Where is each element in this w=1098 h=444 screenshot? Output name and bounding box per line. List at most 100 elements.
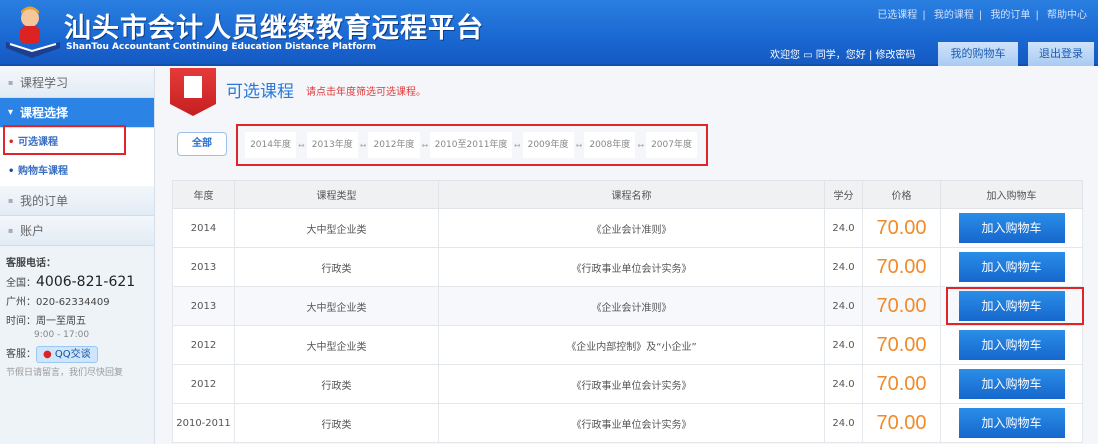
cell-year-text: 2014 — [190, 222, 217, 234]
table-row: 2012 行政类 《行政事业单位会计实务》 24.0 70.00 加入购物车 — [172, 364, 1083, 404]
cell-type: 行政类 — [234, 364, 439, 404]
qq-chat-button[interactable]: ● QQ交谈 — [36, 346, 98, 363]
add-to-cart-button[interactable]: 加入购物车 — [958, 408, 1065, 438]
top-links: 已选课程 | 我的课程 | 我的订单 | 帮助中心 — [877, 10, 1087, 21]
cell-price: 70.00 — [862, 364, 941, 404]
label: 客服： — [6, 349, 36, 360]
cell-name-text: 《企业内部控制》及“小企业” — [566, 341, 697, 353]
highlight-box — [946, 287, 1084, 325]
cell-credit: 24.0 — [824, 247, 863, 287]
cell-action: 加入购物车 — [940, 325, 1083, 365]
add-to-cart-button[interactable]: 加入购物车 — [958, 252, 1065, 282]
cell-credit-text: 24.0 — [832, 222, 855, 234]
cell-action: 加入购物车 — [940, 403, 1083, 443]
qq-label: QQ交谈 — [54, 349, 91, 360]
link-selected-courses[interactable]: 已选课程 — [877, 10, 917, 21]
cell-credit: 24.0 — [824, 364, 863, 404]
header: 汕头市会计人员继续教育远程平台 ShanTou Accountant Conti… — [0, 0, 1098, 66]
page-note: 请点击年度筛选可选课程。 — [306, 87, 426, 98]
contact-info: 客服电话： 全国：4006-821-621 广州：020-62334409 时间… — [0, 246, 154, 391]
cell-type: 大中型企业类 — [234, 208, 439, 248]
add-to-cart-button[interactable]: 加入购物车 — [958, 369, 1065, 399]
add-to-cart-button[interactable]: 加入购物车 — [958, 213, 1065, 243]
price-value: 70.00 — [876, 255, 927, 278]
cell-type-text: 大中型企业类 — [306, 341, 367, 353]
main-content: 可选课程 请点击年度筛选可选课程。 全部 2014年度 ↔ 2013年度 ↔ 201… — [160, 68, 1098, 444]
cell-type-text: 行政类 — [321, 419, 352, 431]
cell-type-text: 行政类 — [321, 380, 352, 392]
cell-type: 大中型企业类 — [234, 325, 439, 365]
cell-type: 行政类 — [234, 247, 439, 287]
logout-button[interactable]: 退出登录 — [1028, 42, 1094, 66]
cell-name-text: 《企业会计准则》 — [591, 224, 672, 236]
cell-type-text: 大中型企业类 — [306, 224, 367, 236]
cell-action: 加入购物车 — [940, 247, 1083, 287]
col-action: 加入购物车 — [940, 180, 1083, 209]
cell-credit-text: 24.0 — [832, 378, 855, 390]
cell-year-text: 2013 — [190, 261, 217, 273]
link-my-courses[interactable]: 我的课程 — [934, 10, 974, 21]
cell-name-text: 《行政事业单位会计实务》 — [571, 263, 692, 275]
cell-name: 《企业会计准则》 — [438, 286, 825, 326]
cell-name: 《企业会计准则》 — [438, 208, 825, 248]
label: 全国： — [6, 278, 36, 289]
cell-year-text: 2010-2011 — [176, 417, 231, 429]
cell-price: 70.00 — [862, 325, 941, 365]
cell-name: 《行政事业单位会计实务》 — [438, 364, 825, 404]
cell-action: 加入购物车 — [940, 208, 1083, 248]
col-credit: 学分 — [824, 180, 863, 209]
cell-credit-text: 24.0 — [832, 339, 855, 351]
cell-price: 70.00 — [862, 286, 941, 326]
filter-all-button[interactable]: 全部 — [177, 132, 227, 156]
cell-year: 2013 — [172, 286, 235, 326]
price-value: 70.00 — [876, 333, 927, 356]
cell-credit: 24.0 — [824, 325, 863, 365]
link-help[interactable]: 帮助中心 — [1047, 10, 1087, 21]
cell-credit-text: 24.0 — [832, 417, 855, 429]
sidebar-item-course-selection[interactable]: 课程选择 — [0, 98, 154, 128]
price-value: 70.00 — [876, 294, 927, 317]
sidebar-item-my-orders[interactable]: 我的订单 — [0, 186, 154, 216]
label: 时间： — [6, 316, 36, 327]
cell-type: 大中型企业类 — [234, 286, 439, 326]
cell-credit: 24.0 — [824, 403, 863, 443]
welcome-text: 欢迎您 ▭ 同学，您好 | 修改密码 — [770, 50, 916, 61]
national-phone: 4006-821-621 — [36, 274, 136, 290]
site-title: 汕头市会计人员继续教育远程平台 — [64, 13, 484, 44]
book-icon — [170, 68, 216, 116]
sidebar-item-account[interactable]: 账户 — [0, 216, 154, 246]
contact-note: 节假日请留言，我们尽快回复 — [6, 368, 124, 378]
add-to-cart-button[interactable]: 加入购物车 — [958, 330, 1065, 360]
link-my-orders[interactable]: 我的订单 — [990, 10, 1030, 21]
cell-credit-text: 24.0 — [832, 300, 855, 312]
sidebar-item-course-study[interactable]: 课程学习 — [0, 68, 154, 98]
label: 广州： — [6, 297, 36, 308]
service-days: 周一至周五 — [36, 316, 86, 327]
cell-year: 2010-2011 — [172, 403, 235, 443]
logo-icon — [6, 6, 60, 58]
col-price: 价格 — [862, 180, 941, 209]
cell-name-text: 《行政事业单位会计实务》 — [571, 419, 692, 431]
cell-name: 《企业内部控制》及“小企业” — [438, 325, 825, 365]
cell-name-text: 《行政事业单位会计实务》 — [571, 380, 692, 392]
cell-name: 《行政事业单位会计实务》 — [438, 403, 825, 443]
price-value: 70.00 — [876, 411, 927, 434]
table-row: 2012 大中型企业类 《企业内部控制》及“小企业” 24.0 70.00 加入购物车 — [172, 325, 1083, 365]
cell-year-text: 2012 — [190, 378, 217, 390]
cell-type-text: 行政类 — [321, 263, 352, 275]
cart-button[interactable]: 我的购物车 — [938, 42, 1018, 66]
cell-year-text: 2013 — [190, 300, 217, 312]
price-value: 70.00 — [876, 372, 927, 395]
cell-credit-text: 24.0 — [832, 261, 855, 273]
highlight-box — [3, 125, 126, 155]
cell-type-text: 大中型企业类 — [306, 302, 367, 314]
sidebar-subitem-cart-courses[interactable]: 购物车课程 — [0, 157, 154, 186]
table-row: 2014 大中型企业类 《企业会计准则》 24.0 70.00 加入购物车 — [172, 208, 1083, 248]
cell-price: 70.00 — [862, 208, 941, 248]
cell-year-text: 2012 — [190, 339, 217, 351]
col-type: 课程类型 — [234, 180, 439, 209]
col-name: 课程名称 — [438, 180, 825, 209]
price-value: 70.00 — [876, 216, 927, 239]
gz-phone: 020-62334409 — [36, 297, 110, 308]
service-hours: 9:00 - 17:00 — [34, 330, 90, 340]
